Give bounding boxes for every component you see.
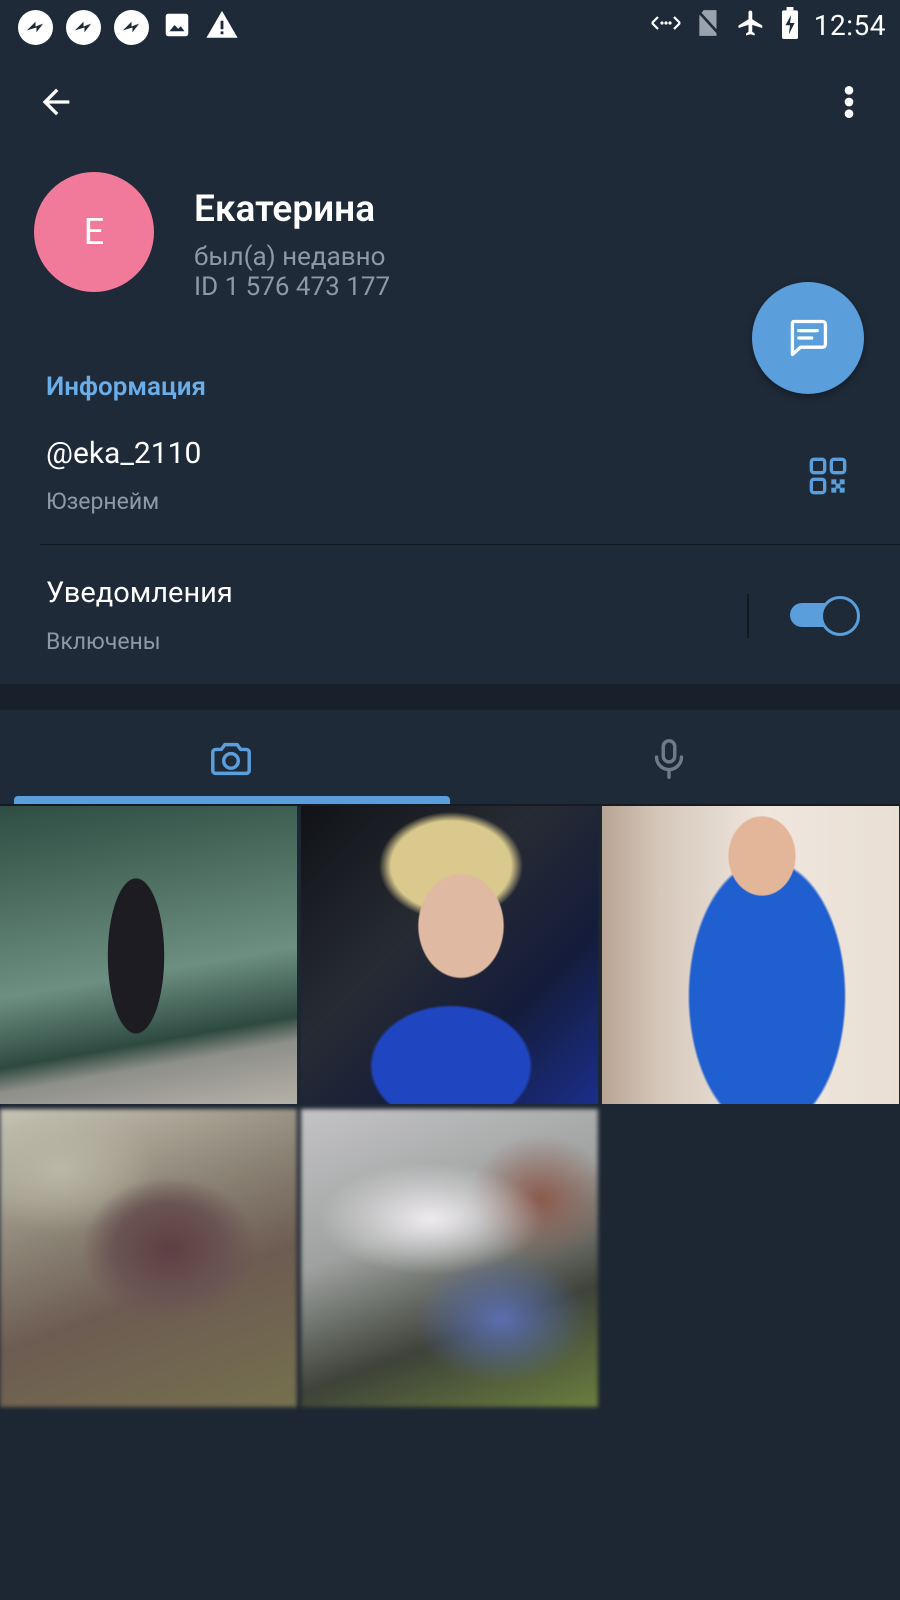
last-seen-status: был(а) недавно [194,242,386,272]
qr-code-button[interactable] [808,456,848,496]
avatar[interactable]: E [34,172,154,292]
notifications-toggle[interactable] [790,596,860,636]
back-button[interactable] [36,82,76,122]
username-label: Юзернейм [46,488,160,515]
notifications-title[interactable]: Уведомления [46,576,233,610]
more-options-button[interactable] [834,82,864,122]
send-message-button[interactable] [752,282,864,394]
divider [40,544,900,545]
arrow-back-icon [42,88,70,116]
toggle-knob [820,596,860,636]
app-notification-icon [114,9,149,45]
tab-indicator [14,796,450,804]
more-vert-icon [844,86,854,118]
battery-charging-icon [780,7,800,43]
status-bar: 12:54 [0,0,900,50]
section-gap [0,684,900,710]
media-thumbnail[interactable] [0,1109,297,1407]
media-thumbnail[interactable] [602,806,899,1104]
message-icon [790,319,828,357]
media-thumbnail[interactable] [301,1109,598,1407]
info-heading: Информация [46,372,206,402]
qr-code-icon [809,457,847,495]
media-thumbnail[interactable] [0,806,297,1104]
status-bar-notifications [18,8,239,46]
vertical-divider [747,594,749,638]
user-id: ID 1 576 473 177 [194,272,391,302]
tab-voice[interactable] [450,710,900,806]
app-notification-icon [18,9,53,45]
data-saver-icon [650,11,682,39]
image-icon [162,10,192,44]
app-notification-icon [66,9,101,45]
avatar-letter: E [83,211,105,253]
microphone-icon [654,739,684,779]
profile-name: Екатерина [194,188,376,231]
media-thumbnail[interactable] [301,806,598,1104]
profile-header: E Екатерина был(а) недавно ID 1 576 473 … [0,50,900,336]
camera-icon [211,742,251,776]
tab-media[interactable] [0,710,450,806]
username-value[interactable]: @eka_2110 [46,436,201,471]
info-section: Информация @eka_2110 Юзернейм Уведомлени… [0,336,900,684]
no-sim-icon [696,8,722,42]
warning-icon [205,8,239,46]
notifications-status: Включены [46,628,161,655]
clock: 12:54 [813,8,886,42]
airplane-mode-icon [736,8,766,42]
status-bar-system: 12:54 [650,6,886,44]
media-tabs [0,710,900,806]
